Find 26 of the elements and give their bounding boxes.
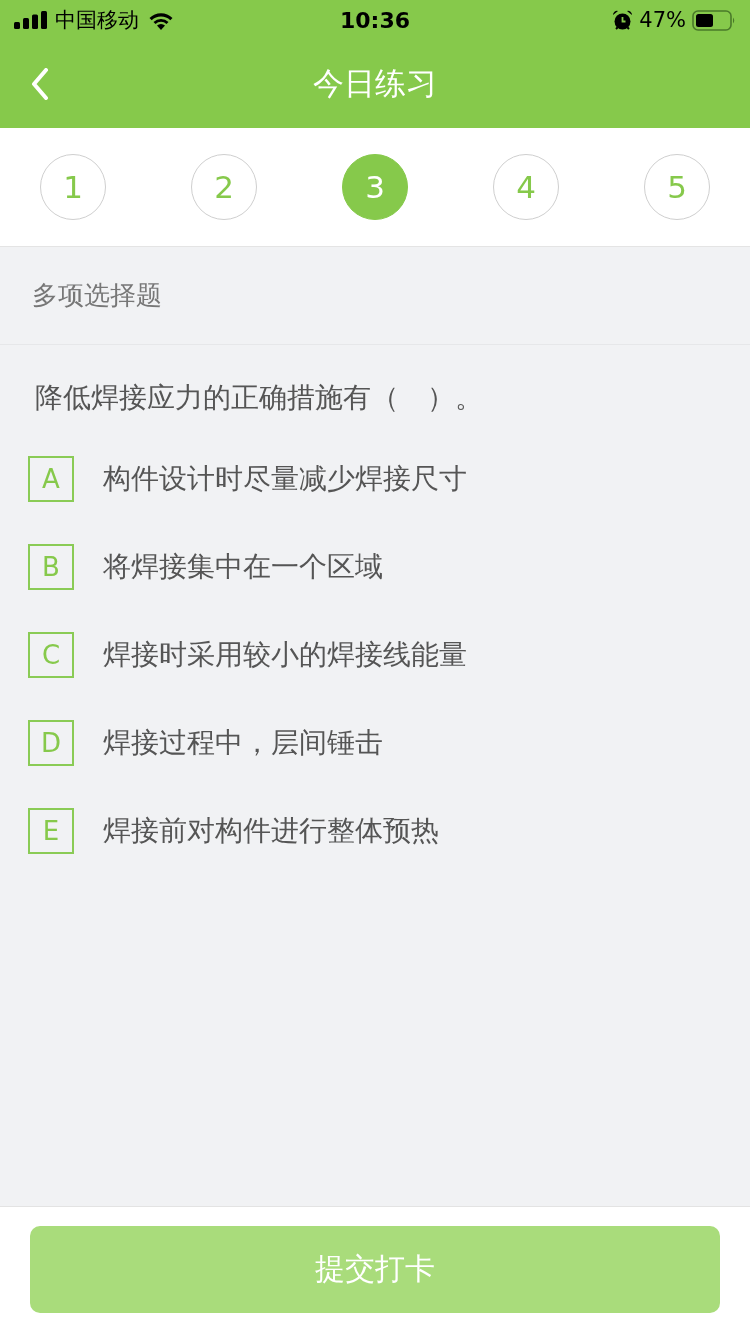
signal-icon (14, 11, 47, 29)
option-text: 焊接过程中，层间锤击 (103, 725, 383, 761)
option-letter-checkbox[interactable]: D (28, 720, 74, 766)
alarm-clock-icon (612, 9, 634, 31)
option-text: 构件设计时尽量减少焊接尺寸 (103, 461, 467, 497)
option-text: 将焊接集中在一个区域 (103, 549, 383, 585)
option-letter-checkbox[interactable]: B (28, 544, 74, 590)
carrier-name: 中国移动 (55, 7, 139, 34)
wifi-icon (147, 10, 175, 30)
option-letter-checkbox[interactable]: E (28, 808, 74, 854)
status-time: 10:36 (340, 7, 410, 33)
question-number-tab[interactable]: 4 (493, 154, 559, 220)
option-text: 焊接时采用较小的焊接线能量 (103, 637, 467, 673)
question-number-tab[interactable]: 2 (191, 154, 257, 220)
option-text: 焊接前对构件进行整体预热 (103, 813, 439, 849)
back-chevron-icon (31, 68, 49, 100)
option-letter-checkbox[interactable]: A (28, 456, 74, 502)
question-type-label: 多项选择题 (32, 279, 162, 312)
question-number-tab[interactable]: 3 (342, 154, 408, 220)
battery-percent: 47% (639, 8, 686, 32)
page-title: 今日练习 (313, 64, 437, 103)
question-number-tab[interactable]: 5 (644, 154, 710, 220)
question-number-tab[interactable]: 1 (40, 154, 106, 220)
battery-icon (692, 9, 736, 31)
question-text: 降低焊接应力的正确措施有（ ）。 (35, 381, 483, 414)
option-letter-checkbox[interactable]: C (28, 632, 74, 678)
